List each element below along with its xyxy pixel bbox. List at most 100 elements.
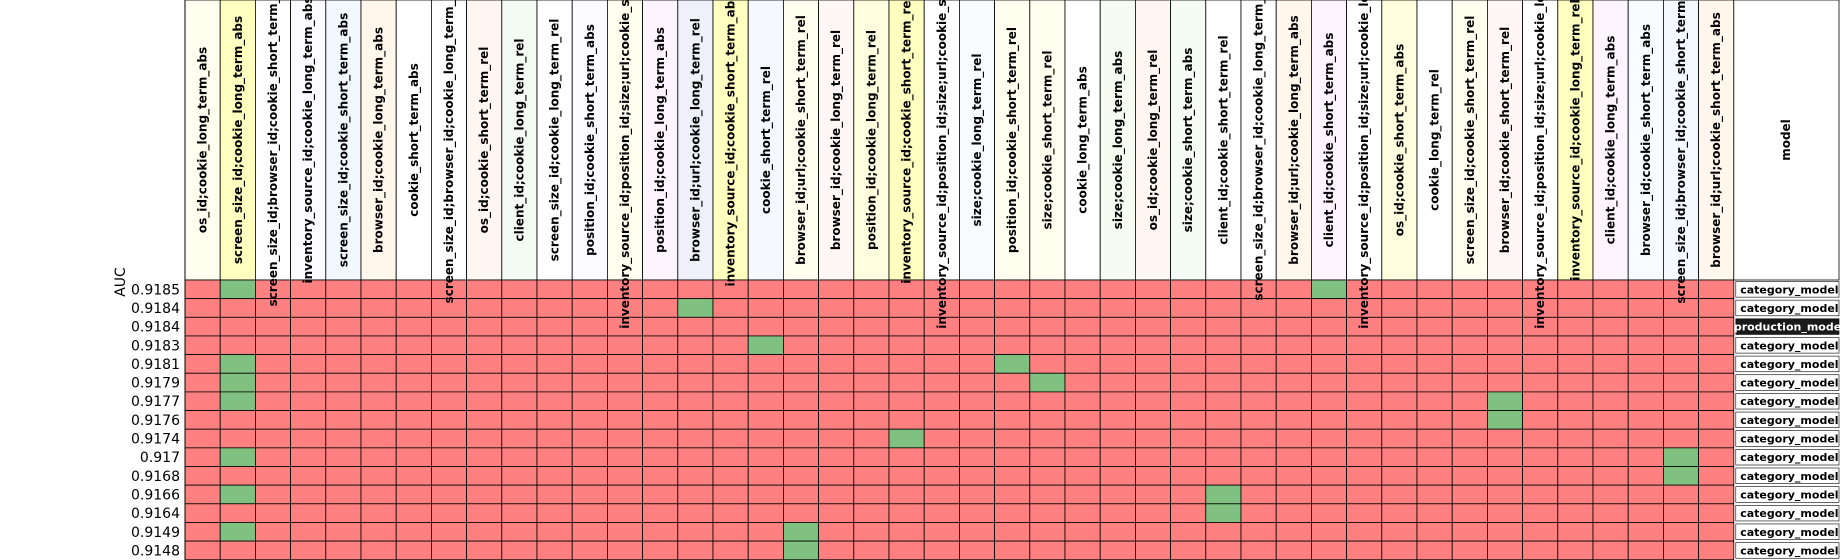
cell-excluded xyxy=(1029,316,1066,337)
cell-excluded xyxy=(1311,484,1348,505)
cell-excluded xyxy=(466,372,503,393)
cell-excluded xyxy=(1135,298,1172,318)
cell-excluded xyxy=(712,522,749,542)
cell-excluded xyxy=(923,540,960,560)
column-label: screen_size_id;browser_id;cookie_short_t… xyxy=(266,0,281,306)
cell-excluded xyxy=(1346,522,1383,542)
cell-excluded xyxy=(1135,391,1172,411)
cell-excluded xyxy=(747,503,784,523)
cell-excluded xyxy=(290,354,327,374)
cell-excluded xyxy=(783,279,820,300)
cell-excluded xyxy=(783,316,820,337)
cell-excluded xyxy=(395,391,432,411)
auc-value: 0.9179 xyxy=(131,376,180,392)
cell-excluded xyxy=(677,279,714,300)
cell-excluded xyxy=(1099,447,1136,467)
cell-excluded xyxy=(888,410,925,430)
cell-excluded xyxy=(501,540,538,560)
cell-excluded xyxy=(1205,316,1242,337)
cell-excluded xyxy=(325,428,362,449)
column-label: screen_size_id;browser_id;cookie_long_te… xyxy=(1252,0,1267,301)
cell-excluded xyxy=(1522,410,1559,430)
cell-excluded xyxy=(466,484,503,505)
auc-value: 0.9176 xyxy=(131,413,180,429)
cell-included xyxy=(783,540,820,560)
cell-excluded xyxy=(536,391,573,411)
cell-excluded xyxy=(1698,503,1735,523)
cell-excluded xyxy=(818,316,855,337)
model-labels: category_model category_model production_m… xyxy=(1734,281,1840,559)
cell-excluded xyxy=(1698,540,1735,560)
cell-excluded xyxy=(677,503,714,523)
cell-excluded xyxy=(853,466,890,486)
cell-excluded xyxy=(853,372,890,393)
cell-excluded xyxy=(1240,391,1277,411)
cell-excluded xyxy=(923,372,960,393)
cell-excluded xyxy=(1627,484,1664,505)
column-label: screen_size_id;cookie_short_term_rel xyxy=(1463,16,1478,265)
cell-excluded xyxy=(923,503,960,523)
column-label: os_id;cookie_long_term_abs xyxy=(196,47,211,233)
column-label: inventory_source_id;position_id;size;url… xyxy=(1533,0,1548,329)
cell-excluded xyxy=(501,466,538,486)
cell-excluded xyxy=(1592,354,1629,374)
cell-excluded xyxy=(677,410,714,430)
cell-excluded xyxy=(1275,335,1312,356)
cell-excluded xyxy=(818,391,855,411)
cell-excluded xyxy=(607,335,644,356)
cell-excluded xyxy=(360,522,397,542)
column-label: browser_id;cookie_short_term_abs xyxy=(1639,24,1654,256)
column-label: size;cookie_long_term_rel xyxy=(970,54,985,227)
cell-excluded xyxy=(501,298,538,318)
cell-excluded xyxy=(325,466,362,486)
cell-excluded xyxy=(1346,354,1383,374)
cell-excluded xyxy=(923,466,960,486)
cell-excluded xyxy=(430,447,467,467)
cell-excluded xyxy=(325,410,362,430)
column-label: inventory_source_id;position_id;size;url… xyxy=(618,0,633,329)
cell-excluded xyxy=(1381,540,1418,560)
cell-excluded xyxy=(360,298,397,318)
model-name: category_model xyxy=(1740,302,1838,315)
cell-excluded xyxy=(1205,466,1242,486)
cell-excluded xyxy=(571,372,608,393)
cell-excluded xyxy=(994,279,1031,300)
cell-excluded xyxy=(1487,484,1524,505)
cell-excluded xyxy=(1451,522,1488,542)
cell-excluded xyxy=(1416,279,1453,300)
cell-excluded xyxy=(642,298,679,318)
cell-excluded xyxy=(501,484,538,505)
cell-excluded xyxy=(360,484,397,505)
cell-excluded xyxy=(994,428,1031,449)
cell-excluded xyxy=(219,335,256,356)
cell-excluded xyxy=(1170,298,1207,318)
cell-excluded xyxy=(430,428,467,449)
cell-excluded xyxy=(959,503,996,523)
cell-excluded xyxy=(1592,410,1629,430)
cell-excluded xyxy=(360,540,397,560)
auc-value: 0.9168 xyxy=(131,469,180,485)
cell-excluded xyxy=(1522,466,1559,486)
cell-excluded xyxy=(712,298,749,318)
cell-excluded xyxy=(290,484,327,505)
column-label: client_id;cookie_long_term_rel xyxy=(512,38,527,241)
cell-excluded xyxy=(1627,447,1664,467)
cell-excluded xyxy=(1487,503,1524,523)
cell-excluded xyxy=(1029,354,1066,374)
cell-excluded xyxy=(430,410,467,430)
cell-excluded xyxy=(395,503,432,523)
cell-excluded xyxy=(1311,428,1348,449)
cell-excluded xyxy=(1416,410,1453,430)
column-label: size;cookie_long_term_abs xyxy=(1111,51,1126,230)
cell-excluded xyxy=(1663,410,1700,430)
cell-excluded xyxy=(994,391,1031,411)
cell-excluded xyxy=(712,354,749,374)
cell-excluded xyxy=(712,372,749,393)
cell-excluded xyxy=(853,335,890,356)
cell-excluded xyxy=(1240,428,1277,449)
cell-excluded xyxy=(783,447,820,467)
cell-excluded xyxy=(501,335,538,356)
cell-excluded xyxy=(1557,391,1594,411)
cell-excluded xyxy=(712,466,749,486)
cell-included xyxy=(219,484,256,505)
